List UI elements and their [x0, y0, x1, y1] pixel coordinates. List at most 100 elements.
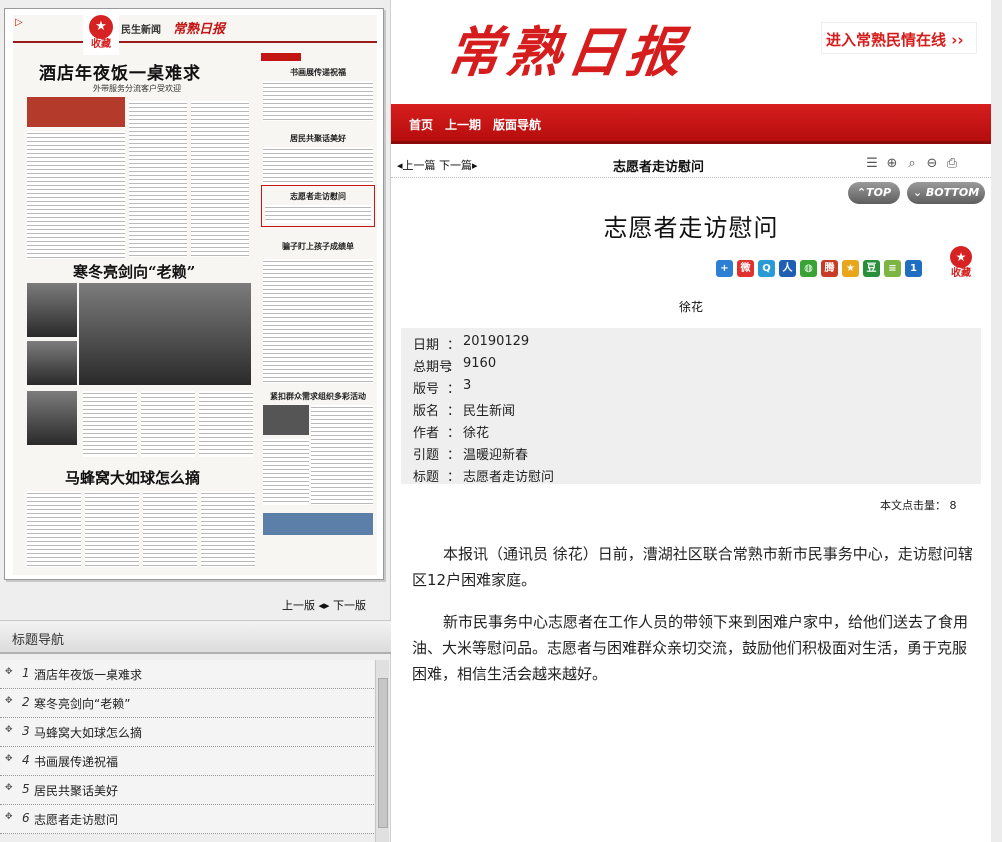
- list-icon[interactable]: ☰: [863, 156, 881, 174]
- share-weibo-icon[interactable]: 微: [737, 260, 754, 277]
- title-nav-num: 2: [22, 695, 30, 709]
- title-nav-title[interactable]: 书画展传递祝福: [34, 753, 118, 770]
- meta-key: 版号: [413, 382, 440, 397]
- subbar-title: 志愿者走访慰问: [613, 160, 705, 175]
- nav-layout-link[interactable]: 版面导航: [493, 116, 541, 133]
- nav-prev-issue-link[interactable]: 上一期: [445, 116, 481, 133]
- newspaper-page-image[interactable]: ▷ 民生新闻 常熟日报 ★ 收藏 酒店年夜饭一桌难求 外带服务分流客户受欢迎 书…: [13, 15, 377, 575]
- paper-text-block: [143, 491, 197, 567]
- enter-minqing-label[interactable]: 进入常熟民情在线 ››: [826, 29, 964, 50]
- paper-image-banner: [27, 97, 125, 127]
- meta-row: 总期号： 9160: [401, 353, 981, 375]
- meta-key: 日期: [413, 338, 440, 353]
- paper-text-block: [83, 391, 137, 457]
- paper-text-block: [141, 391, 195, 457]
- paper-text-block: [201, 491, 255, 567]
- paper-text-block: [263, 259, 373, 383]
- paper-text-block: [85, 491, 139, 567]
- bullet-icon: ✥: [5, 696, 13, 706]
- share-douban-icon[interactable]: 豆: [863, 260, 880, 277]
- newspaper-thumbnail-frame[interactable]: ▷ 民生新闻 常熟日报 ★ 收藏 酒店年夜饭一桌难求 外带服务分流客户受欢迎 书…: [4, 8, 384, 580]
- share-renren-icon[interactable]: 人: [779, 260, 796, 277]
- prev-page-link[interactable]: 上一版: [282, 599, 315, 612]
- zoom-out-icon[interactable]: ⊖: [923, 156, 941, 174]
- favorite-badge[interactable]: ★ 收藏: [83, 15, 119, 55]
- bullet-icon: ✥: [5, 725, 13, 735]
- enter-minqing-link[interactable]: 进入常熟民情在线 ››: [821, 22, 977, 54]
- share-note-icon[interactable]: ≡: [884, 260, 901, 277]
- share-star-icon[interactable]: ★: [842, 260, 859, 277]
- title-nav-title[interactable]: 酒店年夜饭一桌难求: [34, 666, 142, 683]
- title-nav-item[interactable]: ✥ 1 酒店年夜饭一桌难求: [0, 660, 374, 689]
- article-paragraph: 本报讯（通讯员 徐花）日前，漕湖社区联合常熟市新市民事务中心，走访慰问辖区12户…: [412, 545, 973, 589]
- share-wechat-icon[interactable]: ◍: [800, 260, 817, 277]
- share-count-icon[interactable]: 1: [905, 260, 922, 277]
- share-tencent-icon[interactable]: 腾: [821, 260, 838, 277]
- paper-text-block: [311, 405, 373, 505]
- next-page-link[interactable]: 下一版: [333, 599, 366, 612]
- hits-value: 8: [949, 499, 957, 512]
- share-more-icon[interactable]: +: [716, 260, 733, 277]
- title-nav-item[interactable]: ✥ 2 寒冬亮剑向“老赖”: [0, 689, 374, 718]
- site-logo[interactable]: 常熟日报: [442, 8, 693, 87]
- paper-photo: [27, 341, 77, 385]
- paper-image-small: [263, 405, 309, 435]
- meta-separator: ：: [447, 448, 461, 463]
- meta-value: 20190129: [463, 334, 530, 349]
- scrollbar-thumb[interactable]: [378, 678, 388, 828]
- meta-separator: ：: [447, 338, 461, 353]
- title-nav-scrollbar[interactable]: [375, 660, 389, 842]
- prev-article-link[interactable]: ◂上一篇: [397, 159, 436, 172]
- title-nav-title[interactable]: 志愿者走访慰问: [34, 811, 118, 828]
- share-qzone-icon[interactable]: Q: [758, 260, 775, 277]
- zoom-in-icon[interactable]: ⊕: [883, 156, 901, 174]
- star-icon: ★: [950, 246, 972, 268]
- title-nav-item[interactable]: ✥ 3 马蜂窝大如球怎么摘: [0, 718, 374, 747]
- title-nav-num: 1: [22, 666, 30, 680]
- paper-red-tag: [261, 53, 301, 61]
- nav-home-link[interactable]: 首页: [409, 116, 433, 133]
- title-nav-title[interactable]: 马蜂窝大如球怎么摘: [34, 724, 142, 741]
- meta-value: 温暖迎新春: [463, 448, 529, 463]
- paper-right-title-3[interactable]: 志愿者走访慰问: [263, 191, 373, 202]
- paper-right-title-2[interactable]: 居民共聚话美好: [263, 133, 373, 144]
- meta-row: 标题 ：志愿者走访慰问: [401, 463, 981, 485]
- chevron-down-icon: ⌄: [912, 186, 923, 199]
- paper-photo: [27, 391, 77, 445]
- meta-row: 引题 ：温暖迎新春: [401, 441, 981, 463]
- scroll-top-button[interactable]: ⌃TOP: [848, 182, 900, 204]
- page: ▷ 民生新闻 常熟日报 ★ 收藏 酒店年夜饭一桌难求 外带服务分流客户受欢迎 书…: [0, 0, 1002, 842]
- paper-section-name: 民生新闻: [121, 25, 161, 36]
- paper-header: 民生新闻 常熟日报: [13, 15, 377, 43]
- paper-right-title-5[interactable]: 紧扣群众需求组织多彩活动: [263, 391, 373, 402]
- search-icon[interactable]: ⌕: [903, 156, 921, 174]
- article-paragraph: 新市民事务中心志愿者在工作人员的带领下来到困难户家中，给他们送去了食用油、大米等…: [412, 613, 969, 683]
- paper-right-title-1[interactable]: 书画展传递祝福: [263, 67, 373, 78]
- meta-key: 标题: [413, 470, 440, 485]
- title-nav-num: 3: [22, 724, 30, 738]
- paper-text-block: [263, 147, 373, 185]
- title-nav-item[interactable]: ✥ 5 居民共聚话美好: [0, 776, 374, 805]
- title-nav-num: 6: [22, 811, 30, 825]
- paper-headline-1[interactable]: 酒店年夜饭一桌难求: [39, 59, 201, 84]
- paper-right-title-4[interactable]: 骗子盯上孩子成绩单: [263, 241, 373, 252]
- meta-value: 志愿者走访慰问: [463, 470, 555, 485]
- favorite-button[interactable]: ★ 收藏: [946, 246, 976, 280]
- paper-text-block: [27, 491, 81, 567]
- article-meta-box: 日期： 20190129 总期号： 9160 版号： 3 版名：民生新闻 作者：徐花 …: [401, 328, 981, 485]
- meta-separator: ：: [447, 470, 461, 485]
- title-nav-title[interactable]: 居民共聚话美好: [34, 782, 118, 799]
- paper-text-block: [263, 81, 373, 121]
- scroll-bottom-button[interactable]: ⌄ BOTTOM: [907, 182, 985, 204]
- title-nav-title[interactable]: 寒冬亮剑向“老赖”: [34, 695, 130, 712]
- paper-headline-2[interactable]: 寒冬亮剑向“老赖”: [73, 261, 195, 282]
- print-icon[interactable]: ⎙: [943, 156, 961, 174]
- title-nav-num: 4: [22, 753, 30, 767]
- meta-row: 作者 ：徐花: [401, 419, 981, 441]
- bullet-icon: ✥: [5, 812, 13, 822]
- title-nav-item[interactable]: ✥ 6 志愿者走访慰问: [0, 805, 374, 834]
- favorite-label: 收藏: [951, 268, 971, 279]
- next-article-link[interactable]: 下一篇▸: [439, 159, 478, 172]
- paper-headline-3[interactable]: 马蜂窝大如球怎么摘: [65, 467, 200, 488]
- title-nav-item[interactable]: ✥ 4 书画展传递祝福: [0, 747, 374, 776]
